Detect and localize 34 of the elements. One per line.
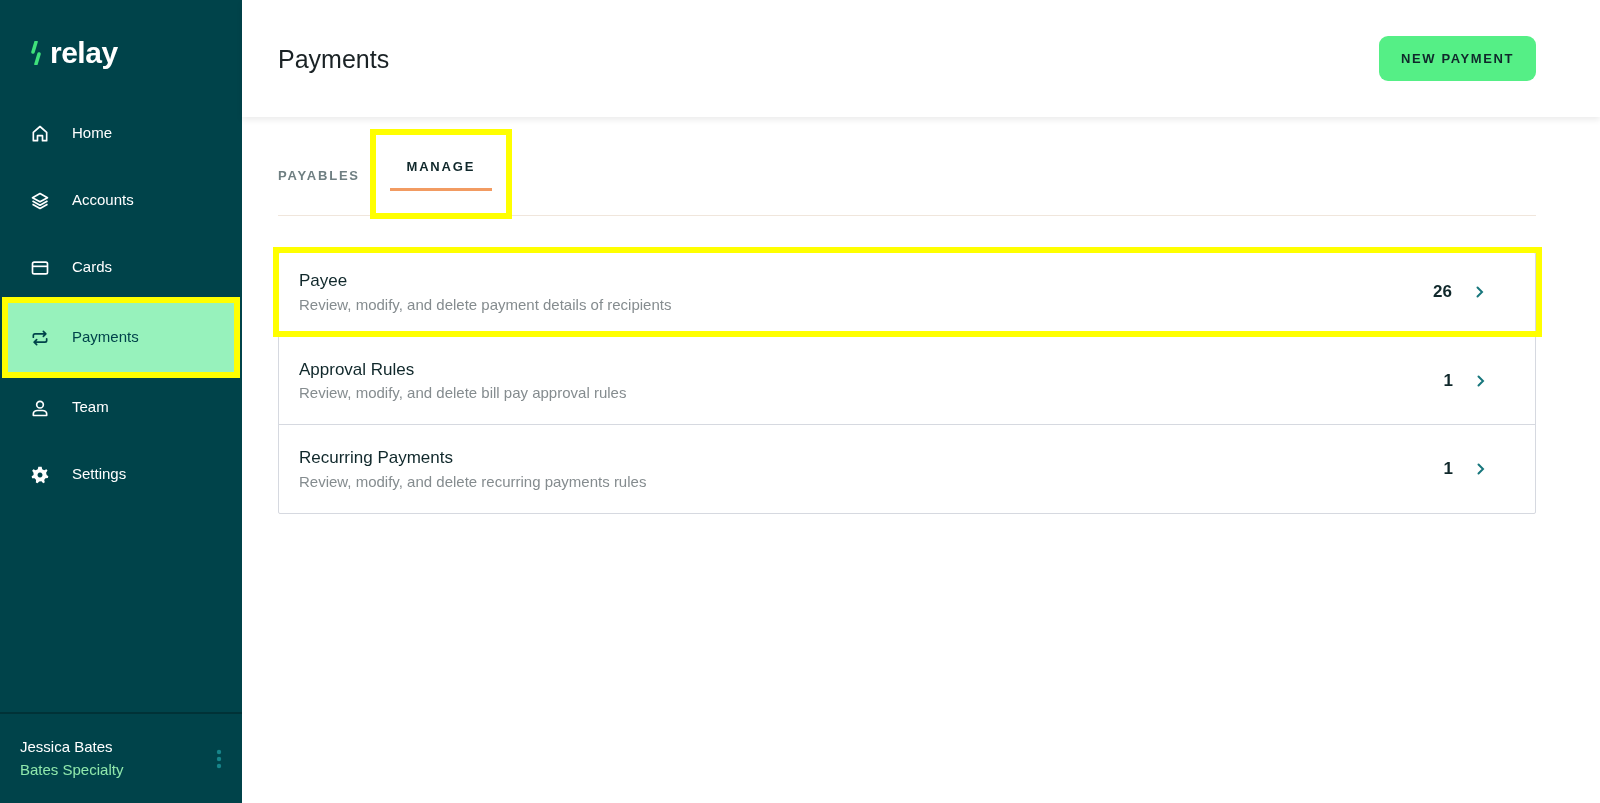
logo-text: relay [50,38,118,68]
home-icon [30,123,50,144]
count-value: 26 [1433,281,1452,304]
more-options-icon[interactable] [216,748,222,769]
row-title: Approval Rules [299,358,416,381]
tab[interactable]: PAYABLES [278,137,370,215]
row-description: Review, modify, and delete recurring payments rules [299,471,647,492]
company-name: Bates Specialty [20,759,124,780]
count-value: 1 [1443,369,1453,392]
chevron-right-icon [1476,286,1484,298]
row-title: Payee [299,270,349,292]
tab[interactable]: MANAGE [379,135,502,213]
sidebar-item[interactable]: Payments [8,303,234,372]
layers-icon [30,190,50,211]
page-title: Payments [278,43,390,74]
list-row[interactable]: Payee Review, modify, and delete payment details of recipients 26 [279,253,1536,331]
sidebar-item[interactable]: Team [0,374,242,441]
user-name: Jessica Bates [20,737,114,757]
sidebar-item[interactable]: Accounts [0,167,242,234]
list-row[interactable]: Approval Rules Review, modify, and delete bill pay approval rules 1 [279,337,1535,425]
sidebar-item[interactable]: Settings [0,441,242,508]
sidebar-item[interactable]: Home [0,100,242,167]
count-value: 1 [1443,458,1453,481]
new-payment-button[interactable]: NEW PAYMENT [1379,35,1536,82]
list-row[interactable]: Recurring Payments Review, modify, and delete recurring payments rules 1 [279,425,1535,513]
row-title: Recurring Payments [299,447,454,469]
logo-mark-icon [30,41,42,65]
row-description: Review, modify, and delete bill pay approval rules [299,383,627,403]
settings-icon [30,464,50,485]
sidebar-item[interactable]: Cards [0,234,242,301]
swap-arrows-icon [30,327,50,348]
row-description: Review, modify, and delete payment details of recipients [299,294,672,315]
chevron-right-icon [1477,463,1485,475]
chevron-right-icon [1477,374,1485,387]
